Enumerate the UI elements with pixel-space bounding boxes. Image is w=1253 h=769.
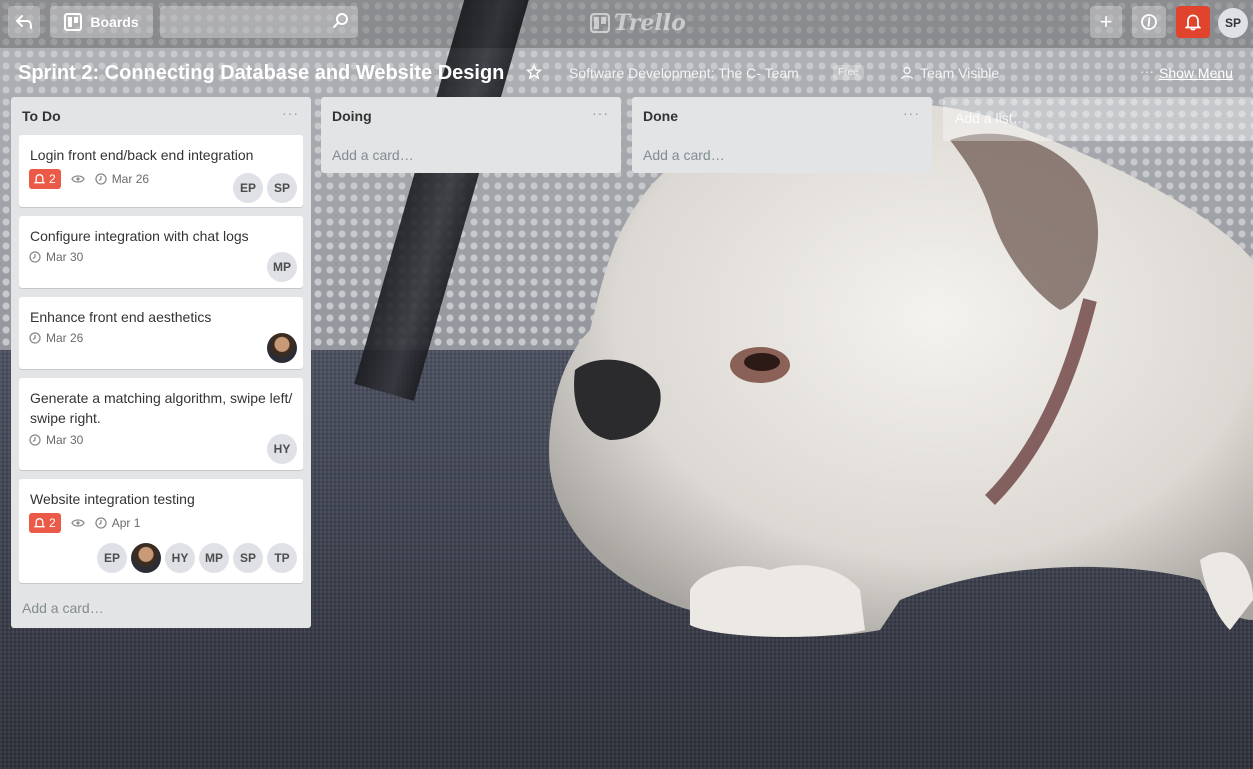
board-header: Sprint 2: Connecting Database and Websit… — [0, 48, 1253, 94]
due-date-badge: Mar 26 — [95, 172, 149, 186]
boards-label: Boards — [90, 14, 139, 30]
member-photo-avatar[interactable] — [267, 333, 297, 363]
card-badges: Mar 30 — [29, 433, 83, 447]
clock-icon — [29, 434, 41, 446]
free-badge: Free — [833, 65, 864, 80]
card-members: MP — [267, 252, 297, 282]
list-menu-icon[interactable]: ··· — [282, 105, 299, 121]
logo-text: Trello — [614, 10, 686, 36]
due-date-badge: Mar 26 — [29, 331, 83, 345]
member-avatar[interactable]: MP — [267, 252, 297, 282]
list-header: Done ··· — [632, 97, 932, 133]
card-badges: 2 Mar 26 — [29, 169, 149, 189]
star-icon[interactable] — [526, 64, 542, 80]
menu-dots-icon: ··· — [1140, 63, 1154, 79]
add-card-button[interactable]: Add a card… — [22, 600, 104, 616]
card-title: Enhance front end aesthetics — [30, 309, 212, 325]
bell-icon — [1185, 14, 1201, 31]
card-title: Generate a matching algorithm, swipe lef… — [30, 390, 293, 426]
clock-icon — [95, 517, 107, 529]
add-card-button[interactable]: Add a card… — [332, 147, 414, 163]
team-name-link[interactable]: Software Development: The C- Team — [569, 65, 799, 81]
top-nav: Boards Trello + SP — [0, 0, 1253, 48]
notifications-button[interactable] — [1176, 6, 1210, 38]
card-front-end-aesthetics[interactable]: Enhance front end aesthetics Mar 26 — [19, 297, 303, 369]
add-list-button[interactable]: Add a list… — [943, 97, 1253, 141]
list-header: To Do ··· — [11, 97, 311, 133]
visibility-button[interactable]: Team Visible — [920, 65, 999, 81]
trello-logo-icon — [590, 13, 610, 33]
card-members — [267, 333, 297, 363]
trello-logo[interactable]: Trello — [590, 8, 686, 38]
member-avatar[interactable]: TP — [267, 543, 297, 573]
member-avatar[interactable]: EP — [233, 173, 263, 203]
back-arrow-icon — [16, 15, 32, 29]
card-members: EP SP — [233, 173, 297, 203]
boards-button[interactable]: Boards — [50, 6, 153, 38]
clock-icon — [29, 251, 41, 263]
list-title[interactable]: To Do — [22, 108, 61, 124]
eye-icon — [70, 175, 85, 183]
boards-icon — [64, 13, 83, 31]
user-avatar[interactable]: SP — [1218, 8, 1248, 38]
board-title[interactable]: Sprint 2: Connecting Database and Websit… — [18, 62, 504, 85]
list-to-do: To Do ··· Login front end/back end integ… — [11, 97, 311, 628]
due-date-badge: Mar 30 — [29, 250, 83, 264]
plus-icon: + — [1099, 9, 1113, 34]
list-doing: Doing ··· Add a card… — [321, 97, 621, 173]
add-card-button[interactable]: Add a card… — [643, 147, 725, 163]
due-date: Mar 30 — [46, 433, 84, 447]
show-menu-link[interactable]: Show Menu — [1159, 65, 1233, 81]
card-chat-logs[interactable]: Configure integration with chat logs Mar… — [19, 216, 303, 288]
card-members: EP HY MP SP TP — [97, 543, 297, 573]
bell-icon — [34, 517, 45, 528]
team-visible-icon — [900, 66, 914, 80]
card-badges: 2 Apr 1 — [29, 513, 140, 533]
card-title: Configure integration with chat logs — [30, 228, 249, 244]
due-date-badge: Mar 30 — [29, 433, 83, 447]
due-date: Mar 30 — [46, 250, 84, 264]
due-date-badge: Apr 1 — [95, 516, 141, 530]
member-avatar[interactable]: SP — [267, 173, 297, 203]
add-button[interactable]: + — [1090, 6, 1122, 38]
notification-count: 2 — [49, 516, 56, 530]
list-menu-icon[interactable]: ··· — [592, 105, 609, 121]
due-date: Mar 26 — [111, 172, 150, 186]
bell-icon — [34, 173, 45, 184]
list-header: Doing ··· — [321, 97, 621, 133]
info-button[interactable] — [1132, 6, 1166, 38]
list-title[interactable]: Done — [643, 108, 678, 124]
list-title[interactable]: Doing — [332, 108, 372, 124]
member-avatar[interactable]: MP — [199, 543, 229, 573]
member-avatar[interactable]: HY — [267, 434, 297, 464]
member-avatar[interactable]: EP — [97, 543, 127, 573]
card-badges: Mar 26 — [29, 331, 83, 345]
due-date: Apr 1 — [111, 516, 141, 530]
member-avatar[interactable]: SP — [233, 543, 263, 573]
notification-count: 2 — [49, 172, 56, 186]
list-done: Done ··· Add a card… — [632, 97, 932, 173]
member-avatar[interactable]: HY — [165, 543, 195, 573]
eye-icon — [70, 519, 85, 527]
card-matching-algorithm[interactable]: Generate a matching algorithm, swipe lef… — [19, 378, 303, 470]
card-badges: Mar 30 — [29, 250, 83, 264]
card-login-integration[interactable]: Login front end/back end integration 2 M… — [19, 135, 303, 207]
back-button[interactable] — [8, 6, 40, 38]
search-input[interactable] — [160, 6, 358, 38]
notification-badge: 2 — [29, 169, 61, 189]
clock-icon — [29, 332, 41, 344]
notification-badge: 2 — [29, 513, 61, 533]
clock-icon — [95, 173, 107, 185]
search-icon[interactable] — [332, 12, 350, 30]
info-icon — [1141, 14, 1157, 30]
card-title: Login front end/back end integration — [30, 147, 254, 163]
due-date: Mar 26 — [46, 331, 84, 345]
member-photo-avatar[interactable] — [131, 543, 161, 573]
card-website-testing[interactable]: Website integration testing 2 Apr 1 EP H… — [19, 479, 303, 583]
card-title: Website integration testing — [30, 491, 195, 507]
list-menu-icon[interactable]: ··· — [903, 105, 920, 121]
card-members: HY — [267, 434, 297, 464]
